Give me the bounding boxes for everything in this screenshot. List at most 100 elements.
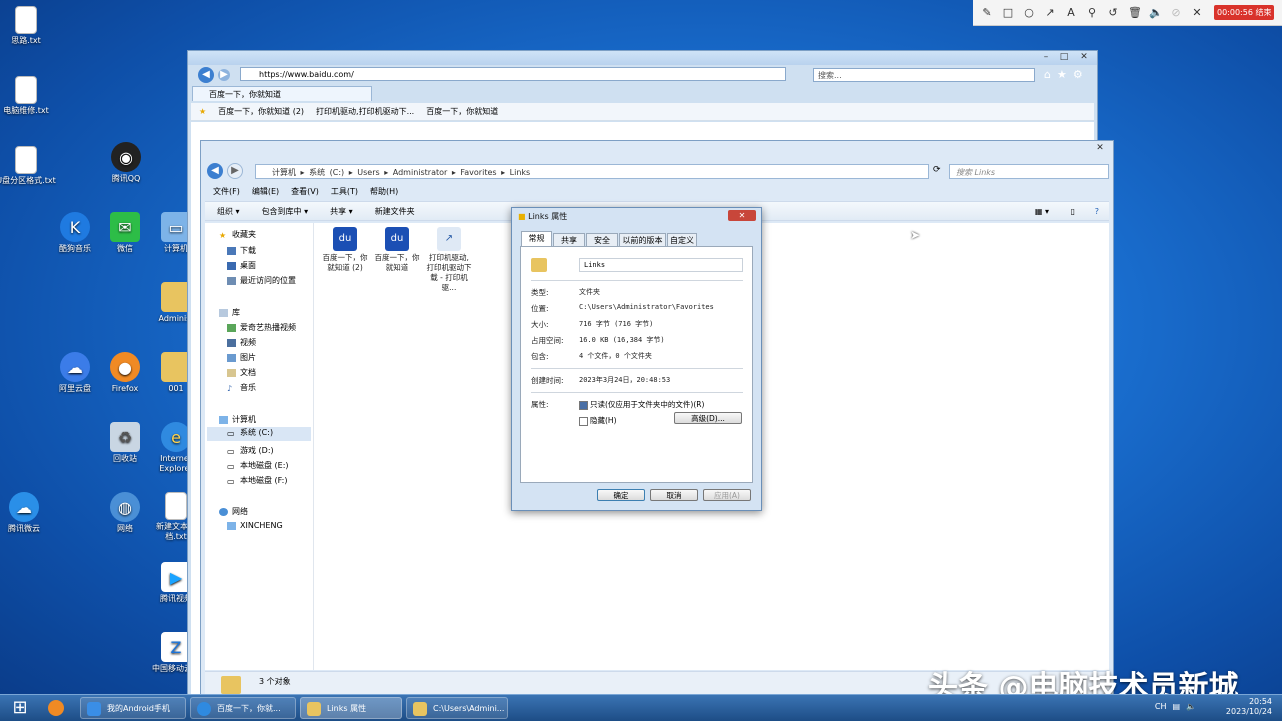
speaker-icon[interactable]: 🔈 [1149, 6, 1163, 19]
start-button[interactable]: ⊞ [6, 695, 34, 721]
highlighter-icon[interactable]: ⚲ [1086, 6, 1098, 19]
trash-icon[interactable]: 🗑 [1128, 6, 1142, 19]
tab-previous-versions[interactable]: 以前的版本 [619, 233, 666, 246]
circle-icon[interactable]: ○ [1023, 6, 1035, 19]
language-indicator[interactable]: CH [1155, 702, 1167, 711]
taskbar-item-ie[interactable]: 百度一下，你就... [190, 697, 296, 719]
close-button[interactable]: ✕ [1077, 52, 1091, 62]
undo-icon[interactable]: ↺ [1107, 6, 1119, 19]
forward-button[interactable]: ▶ [218, 69, 230, 81]
apply-button[interactable]: 应用(A) [703, 489, 751, 501]
new-folder-button[interactable]: 新建文件夹 [375, 202, 415, 220]
menu-tools[interactable]: 工具(T) [331, 185, 358, 199]
ie-address-bar[interactable]: https://www.baidu.com/ [240, 67, 786, 81]
folder-name-field[interactable]: Links [579, 258, 743, 272]
text-icon[interactable]: A [1065, 6, 1077, 19]
menu-edit[interactable]: 编辑(E) [252, 185, 279, 199]
tab-security[interactable]: 安全 [586, 233, 618, 246]
nav-favorites[interactable]: ★ 收藏夹 [219, 229, 256, 240]
tab-customize[interactable]: 自定义 [667, 233, 697, 246]
library-icon [219, 308, 228, 317]
camera-off-icon[interactable]: ⊘ [1170, 6, 1182, 19]
ok-button[interactable]: 确定 [597, 489, 645, 501]
search-input[interactable]: 搜索 Links [949, 164, 1109, 179]
hidden-checkbox[interactable]: 隐藏(H) [579, 415, 617, 426]
desktop-icon [227, 261, 236, 270]
breadcrumb[interactable]: 计算机 ▸ 系统 (C:) ▸ Users ▸ Administrator ▸ … [255, 164, 929, 179]
checkbox-indeterminate [579, 400, 588, 410]
star-icon[interactable]: ★ [1057, 68, 1067, 81]
nav-drive-d[interactable]: ▭ 游戏 (D:) [227, 445, 274, 456]
desktop-icon-txt[interactable]: U盘分区格式.txt [0, 146, 56, 186]
nav-libraries[interactable]: 库 [219, 307, 240, 318]
menu-view[interactable]: 查看(V) [291, 185, 319, 199]
refresh-icon[interactable]: ⟳ [933, 165, 941, 175]
ie-search-box[interactable]: 搜索... [813, 68, 1035, 82]
menu-help[interactable]: 帮助(H) [370, 185, 398, 199]
file-item[interactable]: ↗ 打印机驱动,打印机驱动下载 - 打印机驱... [426, 227, 472, 293]
home-icon[interactable]: ⌂ [1044, 68, 1051, 81]
taskbar-item-explorer[interactable]: C:\Users\Admini... [406, 697, 508, 719]
back-button[interactable]: ◀ [207, 163, 223, 179]
clock[interactable]: 20:54 2023/10/24 [1226, 697, 1272, 717]
gear-icon[interactable]: ⚙ [1073, 68, 1083, 81]
taskbar-item-android[interactable]: 我的Android手机 [80, 697, 186, 719]
network-icon[interactable]: ▤ [1172, 702, 1180, 711]
close-icon[interactable]: ✕ [1191, 6, 1203, 19]
nav-music[interactable]: ♪ 音乐 [227, 382, 256, 393]
file-item[interactable]: du 百度一下，你就知道 [374, 227, 420, 273]
include-in-library-button[interactable]: 包含到库中 ▾ [262, 202, 309, 220]
readonly-checkbox[interactable]: 只读(仅应用于文件夹中的文件)(R) [579, 399, 704, 410]
forward-button[interactable]: ▶ [227, 163, 243, 179]
record-stop-button[interactable]: 00:00:56 结束 [1214, 5, 1275, 20]
volume-icon[interactable]: 🔈 [1186, 702, 1196, 711]
navigation-pane: ★ 收藏夹 下载 桌面 最近访问的位置 库 爱奇艺热播视频 视频 图片 文档 ♪ 音… [205, 223, 314, 670]
favorite-link[interactable]: 百度一下，你就知道 [426, 103, 498, 120]
text-file-icon [15, 146, 37, 174]
nav-network-pc[interactable]: XINCHENG [227, 521, 283, 530]
nav-desktop[interactable]: 桌面 [227, 260, 256, 271]
nav-recent[interactable]: 最近访问的位置 [227, 275, 296, 286]
desktop-icon-qq[interactable]: ◉ 腾讯QQ [96, 142, 156, 184]
help-icon[interactable]: ? [1095, 202, 1099, 222]
taskbar-item-properties[interactable]: Links 属性 [300, 697, 402, 719]
close-button[interactable]: ✕ [1093, 143, 1107, 153]
nav-drive-c-selected[interactable]: ▭ 系统 (C:) [207, 427, 311, 441]
minimize-button[interactable]: – [1039, 52, 1053, 62]
nav-network[interactable]: 网络 [219, 506, 248, 517]
arrow-icon[interactable]: ↗ [1044, 6, 1056, 19]
nav-documents[interactable]: 文档 [227, 367, 256, 378]
ie-tab[interactable]: 百度一下，你就知道 [192, 86, 372, 101]
maximize-button[interactable]: □ [1057, 52, 1071, 62]
favorites-star-icon[interactable]: ★ [199, 103, 206, 120]
nav-drive-e[interactable]: ▭ 本地磁盘 (E:) [227, 460, 289, 471]
pen-icon[interactable]: ✎ [981, 6, 993, 19]
cancel-button[interactable]: 取消 [650, 489, 698, 501]
back-button[interactable]: ◀ [198, 67, 214, 83]
desktop-icon-txt[interactable]: 电脑维修.txt [0, 76, 56, 116]
favorite-link[interactable]: 打印机驱动,打印机驱动下... [316, 103, 414, 120]
organize-button[interactable]: 组织 ▾ [217, 202, 240, 220]
nav-iqiyi[interactable]: 爱奇艺热播视频 [227, 322, 296, 333]
menu-file[interactable]: 文件(F) [213, 185, 240, 199]
rectangle-icon[interactable]: □ [1002, 6, 1014, 19]
desktop-icon-weiyun[interactable]: ☁ 腾讯微云 [0, 492, 54, 534]
favorite-link[interactable]: 百度一下，你就知道 (2) [218, 103, 304, 120]
file-item[interactable]: du 百度一下，你就知道 (2) [322, 227, 368, 273]
tab-sharing[interactable]: 共享 [553, 233, 585, 246]
preview-pane-icon[interactable]: ▯ [1071, 202, 1075, 222]
nav-videos[interactable]: 视频 [227, 337, 256, 348]
view-options-icon[interactable]: ▦ ▾ [1035, 202, 1049, 222]
dialog-close-button[interactable]: ✕ [728, 210, 756, 221]
share-button[interactable]: 共享 ▾ [330, 202, 353, 220]
desktop-icon-txt[interactable]: 思路.txt [0, 6, 56, 46]
taskbar: ⊞ 我的Android手机 百度一下，你就... Links 属性 C:\Use… [0, 694, 1282, 721]
size-label: 大小: [531, 320, 549, 329]
nav-computer[interactable]: 计算机 [219, 414, 256, 425]
tab-general[interactable]: 常规 [521, 231, 552, 246]
advanced-button[interactable]: 高级(D)... [674, 412, 742, 424]
nav-pictures[interactable]: 图片 [227, 352, 256, 363]
nav-downloads[interactable]: 下载 [227, 245, 256, 256]
firefox-icon[interactable] [48, 700, 64, 716]
nav-drive-f[interactable]: ▭ 本地磁盘 (F:) [227, 475, 287, 486]
